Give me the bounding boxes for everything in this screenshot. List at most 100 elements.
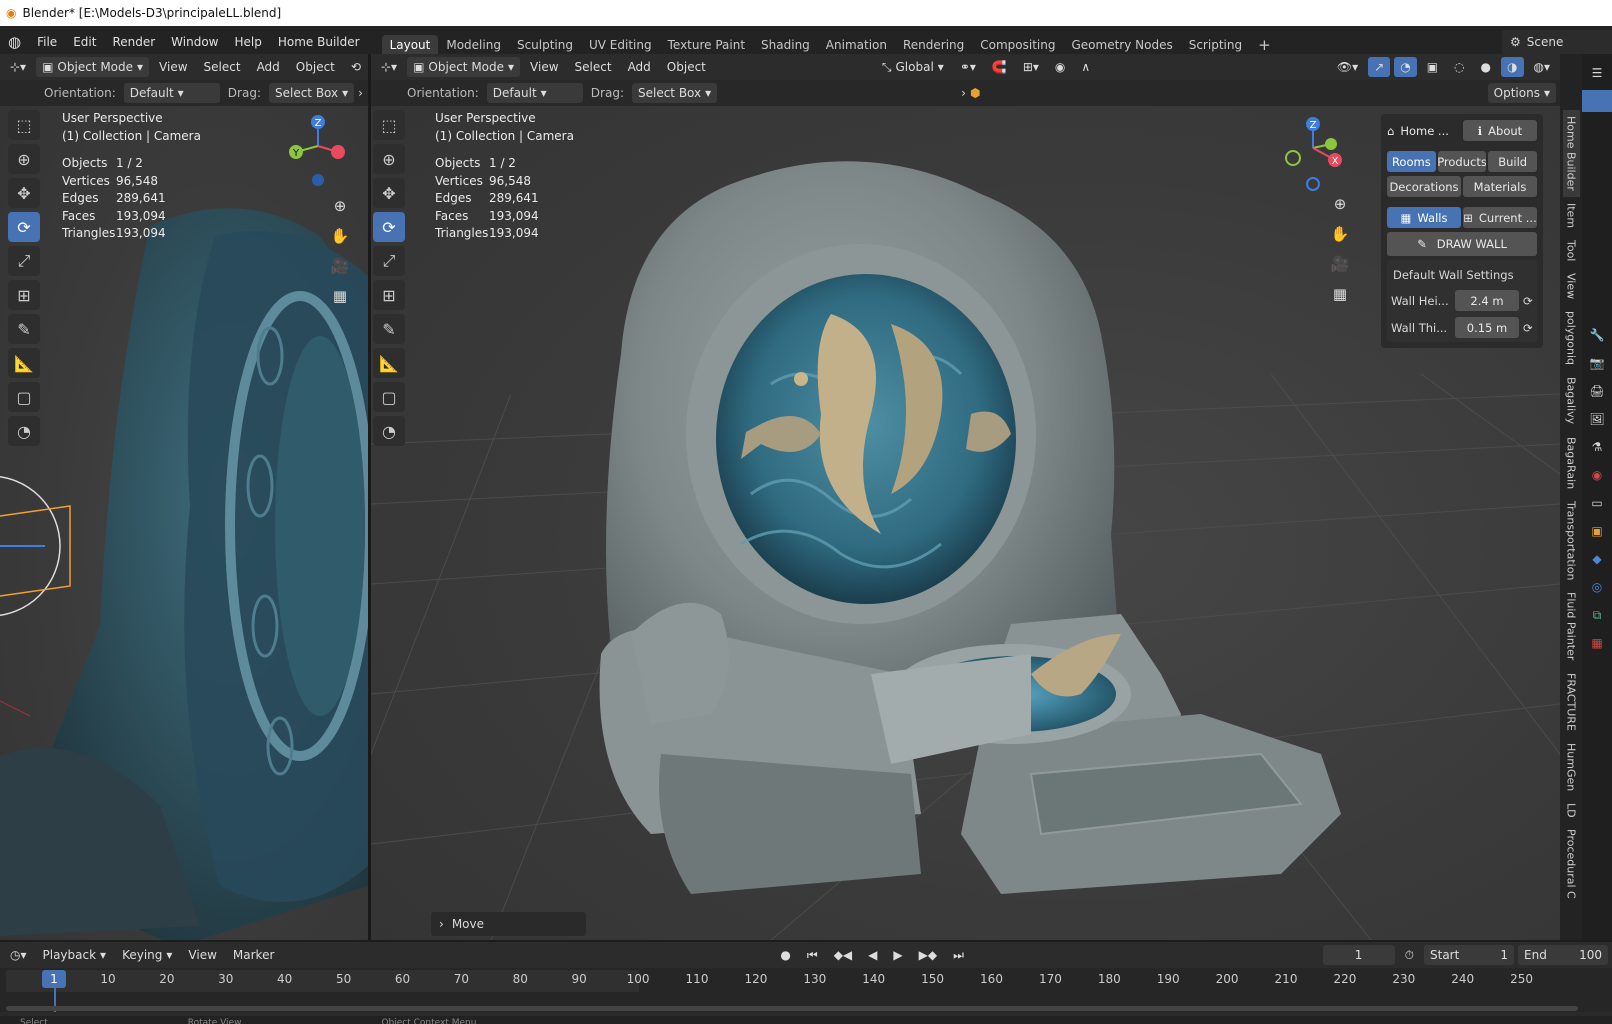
- rendered-shading-icon[interactable]: ◍▾: [1528, 57, 1557, 77]
- proportional-edit-icon[interactable]: ◉: [1049, 57, 1071, 77]
- blender-menu-icon[interactable]: ◍: [0, 33, 29, 51]
- main-axis-gizmo[interactable]: Z X: [1279, 112, 1349, 192]
- solid-shading-icon[interactable]: ●: [1475, 57, 1497, 77]
- xray-icon[interactable]: ▣: [1421, 57, 1444, 77]
- pivot-point-icon[interactable]: ⚭▾: [954, 57, 982, 77]
- sidebar-tab-polygoniq[interactable]: polygoniq: [1563, 305, 1580, 371]
- next-keyframe-icon[interactable]: ▶◆: [913, 945, 943, 965]
- sidebar-tab-item[interactable]: Item: [1563, 197, 1580, 234]
- main-orientation-select[interactable]: Default ▾: [486, 83, 583, 103]
- tab-layout[interactable]: Layout: [381, 35, 439, 55]
- hb-about-button[interactable]: ℹ About: [1463, 120, 1537, 141]
- options-button[interactable]: Options ▾: [1487, 83, 1556, 103]
- tab-shading[interactable]: Shading: [753, 35, 818, 55]
- left-axis-gizmo[interactable]: Z Y: [280, 110, 350, 190]
- hb-tab-rooms[interactable]: Rooms: [1387, 151, 1436, 172]
- addon-cube-icon[interactable]: ⬢: [970, 86, 980, 100]
- transform-tool-icon[interactable]: ⊞: [8, 280, 40, 310]
- main-transform-tool-icon[interactable]: ⊞: [373, 280, 405, 310]
- add-cube-tool-icon[interactable]: ▢: [8, 382, 40, 412]
- camera-view-icon[interactable]: 🎥: [328, 254, 352, 278]
- left-menu-add[interactable]: Add: [251, 57, 286, 77]
- left-menu-object[interactable]: Object: [290, 57, 341, 77]
- left-menu-select[interactable]: Select: [198, 57, 247, 77]
- material-shading-icon[interactable]: ◑: [1501, 57, 1524, 77]
- main-move-tool-icon[interactable]: ✥: [373, 178, 405, 208]
- main-zoom-icon[interactable]: ⊕: [1328, 192, 1352, 216]
- sidebar-tab-tool[interactable]: Tool: [1563, 234, 1580, 267]
- main-pan-hand-icon[interactable]: ✋: [1328, 222, 1352, 246]
- output-props-icon[interactable]: 🖨: [1586, 380, 1608, 402]
- left-drag-select[interactable]: Select Box ▾: [268, 83, 355, 103]
- measure-tool-icon[interactable]: 📐: [8, 348, 40, 378]
- main-editor-type-icon[interactable]: ⊹▾: [375, 57, 403, 77]
- chevron-right-icon[interactable]: ›: [358, 86, 363, 100]
- cursor-tool-icon[interactable]: ⊕: [8, 144, 40, 174]
- transform-pivot-icon[interactable]: ⟲: [345, 57, 367, 77]
- main-gizmo-neg-y[interactable]: [1285, 150, 1301, 166]
- transform-space-select[interactable]: ⤡ Global ▾: [876, 57, 950, 77]
- main-menu-select[interactable]: Select: [569, 57, 618, 77]
- texture-props-icon[interactable]: ▦: [1586, 632, 1608, 654]
- constraint-props-icon[interactable]: ⧉: [1586, 604, 1608, 626]
- tab-rendering[interactable]: Rendering: [895, 35, 972, 55]
- refresh-icon[interactable]: ⟳: [1523, 321, 1533, 335]
- menu-edit[interactable]: Edit: [65, 35, 104, 49]
- left-viewport[interactable]: ⊹▾ ▣ Object Mode ▾ View Select Add Object …: [0, 54, 368, 940]
- play-icon[interactable]: ▶: [887, 945, 908, 965]
- main-measure-tool-icon[interactable]: 📐: [373, 348, 405, 378]
- main-camera-view-icon[interactable]: 🎥: [1328, 252, 1352, 276]
- main-viewport[interactable]: ⊹▾ ▣ Object Mode ▾ View Select Add Object …: [371, 54, 1560, 940]
- menu-file[interactable]: File: [29, 35, 65, 49]
- menu-home-builder[interactable]: Home Builder: [270, 35, 368, 49]
- gizmo-toggle-icon[interactable]: ↗: [1368, 57, 1391, 77]
- current-frame-field[interactable]: 1: [1322, 945, 1395, 965]
- main-scale-tool-icon[interactable]: ⤢: [373, 246, 405, 276]
- sidebar-tab-procedural[interactable]: Procedural C: [1563, 823, 1580, 905]
- sidebar-tab-fluid-painter[interactable]: Fluid Painter: [1563, 586, 1580, 666]
- timeline-ruler[interactable]: 1 10 20 30 40 50 60 70 80 90 100 110 120 130 140 150 16…: [0, 968, 1612, 1012]
- visibility-icon[interactable]: 👁▾: [1331, 57, 1364, 77]
- scale-tool-icon[interactable]: ⤢: [8, 246, 40, 276]
- hb-walls-button[interactable]: ▦ Walls: [1387, 207, 1461, 228]
- snap-target-icon[interactable]: ⊞▾: [1017, 57, 1045, 77]
- hb-tab-build[interactable]: Build: [1488, 151, 1538, 172]
- menu-window[interactable]: Window: [163, 35, 226, 49]
- preview-range-icon[interactable]: ⏱: [1399, 945, 1420, 965]
- tab-uv-editing[interactable]: UV Editing: [581, 35, 660, 55]
- object-props-icon[interactable]: ▣: [1586, 520, 1608, 542]
- annotate-tool-icon[interactable]: ✎: [8, 314, 40, 344]
- playback-menu[interactable]: Playback ▾: [37, 945, 113, 965]
- timeline-scrollbar[interactable]: [6, 1006, 1578, 1011]
- end-frame-field[interactable]: End 100: [1518, 945, 1608, 965]
- scene-props-icon[interactable]: ⚗: [1586, 436, 1608, 458]
- wall-height-field[interactable]: 2.4 m: [1455, 290, 1519, 311]
- select-box-tool-icon[interactable]: ⬚: [8, 110, 40, 140]
- tab-animation[interactable]: Animation: [818, 35, 895, 55]
- main-ortho-grid-icon[interactable]: ▦: [1328, 282, 1352, 306]
- hb-home-button[interactable]: ⌂ Home ...: [1387, 120, 1461, 141]
- jump-end-icon[interactable]: ⏭: [947, 945, 970, 965]
- view-layer-props-icon[interactable]: 🖼: [1586, 408, 1608, 430]
- main-extra-tool-icon[interactable]: ◔: [373, 416, 405, 446]
- snap-icon[interactable]: 🧲: [986, 57, 1013, 77]
- falloff-icon[interactable]: ∧: [1075, 57, 1096, 77]
- main-select-box-tool-icon[interactable]: ⬚: [373, 110, 405, 140]
- sidebar-tab-bagalivy[interactable]: Bagalivy: [1563, 371, 1580, 430]
- wall-thickness-field[interactable]: 0.15 m: [1455, 317, 1519, 338]
- active-props-icon[interactable]: [1582, 90, 1612, 112]
- play-reverse-icon[interactable]: ◀: [862, 945, 883, 965]
- record-icon[interactable]: ●: [774, 945, 796, 965]
- sidebar-tab-humgen[interactable]: HumGen: [1563, 737, 1580, 797]
- left-gizmo-x[interactable]: [331, 145, 345, 159]
- sidebar-tab-bagarain[interactable]: BagaRain: [1563, 431, 1580, 495]
- main-chevron-icon[interactable]: ›: [961, 86, 966, 100]
- main-rotate-tool-icon[interactable]: ⟳: [373, 212, 405, 242]
- move-tool-icon[interactable]: ✥: [8, 178, 40, 208]
- jump-start-icon[interactable]: ⏮: [801, 945, 824, 965]
- overlay-toggle-icon[interactable]: ◔: [1394, 57, 1417, 77]
- refresh-icon[interactable]: ⟳: [1523, 294, 1533, 308]
- marker-menu[interactable]: Marker: [227, 945, 280, 965]
- sidebar-tab-transportation[interactable]: Transportation: [1563, 495, 1580, 586]
- main-mode-select[interactable]: ▣ Object Mode ▾: [407, 57, 521, 77]
